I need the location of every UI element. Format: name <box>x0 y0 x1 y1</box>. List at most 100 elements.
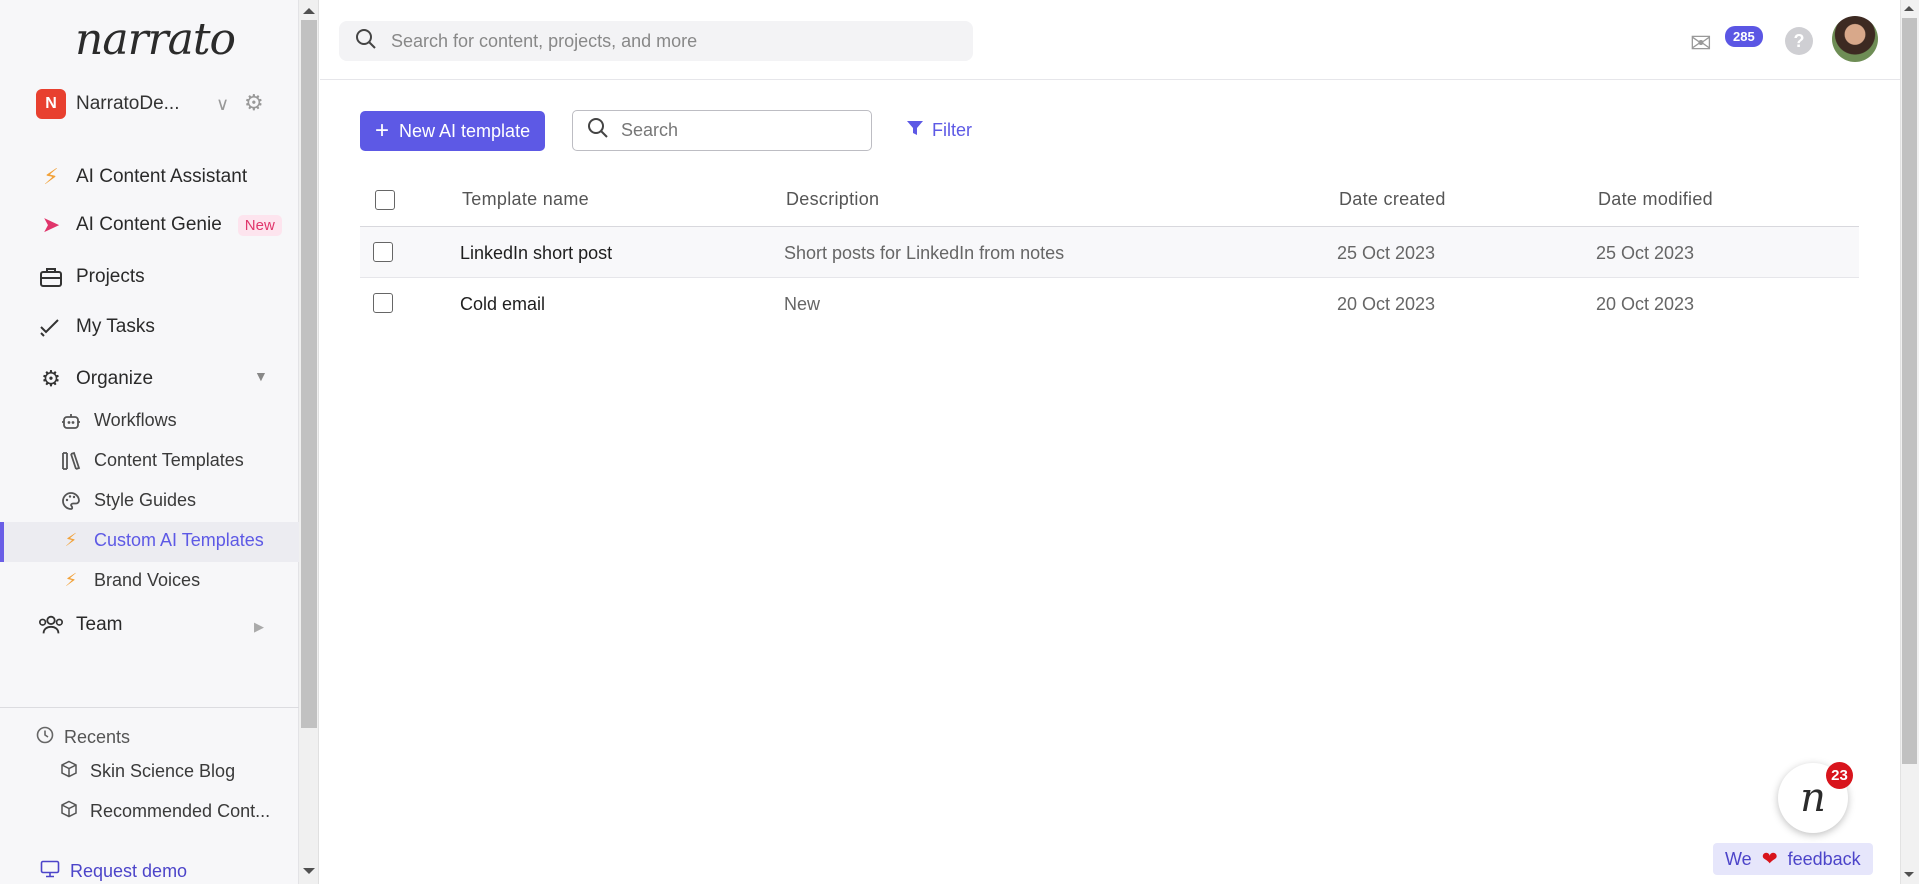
global-search-input[interactable] <box>391 30 951 52</box>
lightning-icon: ⚡ <box>43 164 59 189</box>
search-icon <box>355 28 377 55</box>
rocket-icon: ➤ <box>41 212 61 237</box>
divider <box>0 707 299 708</box>
new-badge: New <box>237 214 282 236</box>
sidebar-item-workflows[interactable]: Workflows <box>60 410 177 431</box>
avatar[interactable] <box>1832 16 1878 62</box>
feedback-label: feedback <box>1787 848 1861 869</box>
workspace-avatar[interactable]: N <box>36 89 66 119</box>
column-header[interactable]: Date modified <box>1598 189 1713 210</box>
sidebar-item-team[interactable]: Team <box>38 614 122 636</box>
recent-item-label: Recommended Cont... <box>90 801 271 821</box>
users-icon <box>38 614 64 636</box>
template-name[interactable]: LinkedIn short post <box>460 243 612 264</box>
filter-button[interactable]: Filter <box>906 119 972 142</box>
monitor-icon <box>40 860 60 883</box>
sidebar-scrollbar-thumb[interactable] <box>301 20 317 728</box>
date-modified: 20 Oct 2023 <box>1596 294 1695 314</box>
sidebar-item-content-templates[interactable]: Content Templates <box>60 450 244 471</box>
filter-label: Filter <box>932 120 972 140</box>
sidebar-item-label: Team <box>76 614 123 635</box>
sidebar-item-label: Workflows <box>94 410 177 430</box>
sidebar-item-custom-ai-templates[interactable]: ⚡ Custom AI Templates <box>60 530 264 551</box>
help-icon[interactable]: ? <box>1785 27 1813 55</box>
sidebar-item-label: My Tasks <box>76 316 155 337</box>
scroll-down-icon[interactable] <box>1904 872 1914 877</box>
template-description: Short posts for LinkedIn from notes <box>784 243 1065 263</box>
new-ai-template-label: New AI template <box>399 120 531 141</box>
request-demo-label: Request demo <box>70 861 188 881</box>
sidebar-item-ai-content-genie[interactable]: ➤ AI Content Genie New <box>38 212 282 238</box>
sidebar-item-label: Content Templates <box>94 450 244 470</box>
column-header[interactable]: Date created <box>1339 189 1446 210</box>
templates-table: Template name Description Date created D… <box>360 175 1859 329</box>
narrato-logo[interactable]: narrato <box>75 14 236 65</box>
sidebar-item-label: Style Guides <box>94 490 197 510</box>
sidebar-item-label: Brand Voices <box>94 570 201 590</box>
scroll-down-icon[interactable] <box>303 868 315 874</box>
scroll-up-icon[interactable] <box>303 8 315 14</box>
template-search[interactable] <box>572 110 872 151</box>
expand-arrow-icon[interactable]: ▶ <box>254 619 264 635</box>
date-created: 25 Oct 2023 <box>1337 243 1436 263</box>
collapse-arrow-icon[interactable]: ▼ <box>254 368 268 384</box>
gear-icon[interactable]: ⚙ <box>244 90 264 116</box>
chat-notification-badge: 23 <box>1826 762 1853 789</box>
sidebar-item-label: Custom AI Templates <box>94 530 264 550</box>
sidebar-item-ai-content-assistant[interactable]: ⚡ AI Content Assistant <box>38 164 247 190</box>
row-checkbox[interactable] <box>373 242 393 262</box>
search-icon <box>587 117 609 144</box>
table-row[interactable]: Cold email New 20 Oct 2023 20 Oct 2023 <box>360 278 1859 329</box>
lightning-icon: ⚡ <box>64 530 78 550</box>
recent-item-label: Skin Science Blog <box>90 761 236 781</box>
mail-count-badge: 285 <box>1725 26 1763 47</box>
template-name[interactable]: Cold email <box>460 294 545 315</box>
palette-icon <box>60 491 82 511</box>
sidebar-item-label: Organize <box>76 368 154 389</box>
sidebar-item-style-guides[interactable]: Style Guides <box>60 490 196 511</box>
briefcase-icon <box>38 266 64 288</box>
workspace-name[interactable]: NarratoDe... <box>76 93 179 115</box>
request-demo-link[interactable]: Request demo <box>40 860 187 883</box>
recents-header: Recents <box>36 726 130 749</box>
cogs-icon: ⚙ <box>41 366 61 391</box>
select-all-checkbox[interactable] <box>375 190 395 210</box>
new-ai-template-button[interactable]: + New AI template <box>360 111 546 151</box>
sidebar-item-projects[interactable]: Projects <box>38 266 145 288</box>
plus-icon: + <box>375 117 390 144</box>
sidebar-item-label: AI Content Genie <box>76 214 222 235</box>
robot-icon <box>60 412 82 430</box>
main-scrollbar-thumb[interactable] <box>1902 18 1917 764</box>
template-search-input[interactable] <box>621 120 851 141</box>
chevron-down-icon[interactable]: ∨ <box>216 94 229 115</box>
row-checkbox[interactable] <box>373 293 393 313</box>
sidebar: narrato N NarratoDe... ∨ ⚙ ⚡ AI Content … <box>0 0 299 884</box>
date-created: 20 Oct 2023 <box>1337 294 1436 314</box>
sidebar-item-organize[interactable]: ⚙ Organize <box>38 366 153 392</box>
cube-icon <box>60 760 78 783</box>
template-description: New <box>784 294 821 314</box>
feedback-we-label: We <box>1725 848 1752 869</box>
sidebar-item-my-tasks[interactable]: My Tasks <box>38 316 155 338</box>
column-header[interactable]: Template name <box>462 189 589 210</box>
cube-icon <box>60 800 78 823</box>
recents-title: Recents <box>64 727 131 747</box>
sidebar-item-brand-voices[interactable]: ⚡ Brand Voices <box>60 570 200 591</box>
checkmarks-icon <box>38 317 64 337</box>
feedback-button[interactable]: We ❤ feedback <box>1713 843 1873 875</box>
sidebar-item-label: Projects <box>76 266 145 287</box>
lightning-icon: ⚡ <box>64 570 78 590</box>
recent-item[interactable]: Skin Science Blog <box>60 760 235 783</box>
mail-icon[interactable]: ✉ <box>1690 28 1712 59</box>
date-modified: 25 Oct 2023 <box>1596 243 1695 263</box>
column-header[interactable]: Description <box>786 189 879 210</box>
heart-icon: ❤ <box>1761 848 1778 870</box>
clock-icon <box>36 726 54 749</box>
table-header: Template name Description Date created D… <box>360 175 1859 227</box>
books-icon <box>60 451 82 471</box>
sidebar-item-label: AI Content Assistant <box>76 166 248 187</box>
table-row[interactable]: LinkedIn short post Short posts for Link… <box>360 227 1859 278</box>
global-search[interactable] <box>339 21 973 61</box>
scroll-up-icon[interactable] <box>1904 6 1914 11</box>
recent-item[interactable]: Recommended Cont... <box>60 800 270 823</box>
